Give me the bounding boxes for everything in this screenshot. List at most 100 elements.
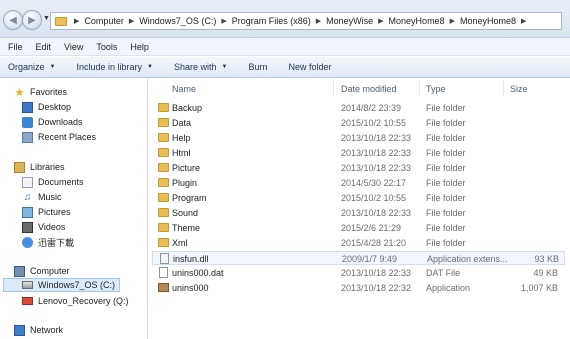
new-folder-button[interactable]: New folder — [288, 62, 331, 72]
nav-xunlei-downloads[interactable]: 迅雷下載 — [22, 235, 74, 249]
chevron-right-icon[interactable]: ▶ — [450, 17, 455, 25]
column-header-date-modified[interactable]: Date modified — [341, 84, 397, 94]
breadcrumb-computer[interactable]: Computer — [84, 16, 124, 26]
network-icon — [14, 324, 25, 336]
chevron-right-icon[interactable]: ▶ — [221, 17, 226, 25]
file-type: File folder — [426, 118, 466, 128]
folder-icon — [158, 208, 169, 217]
nav-favorites[interactable]: ★ Favorites — [14, 85, 67, 99]
nav-music[interactable]: ♫ Music — [22, 190, 62, 204]
file-date-modified: 2009/1/7 9:49 — [342, 254, 398, 264]
computer-icon — [14, 265, 25, 277]
folder-icon — [158, 223, 169, 232]
nav-libraries[interactable]: Libraries — [14, 160, 65, 174]
forward-button[interactable]: ▶ — [22, 10, 42, 30]
file-name: Picture — [172, 163, 201, 173]
file-row[interactable]: Backup 2014/8/2 23:39 File folder — [152, 101, 565, 115]
nav-computer[interactable]: Computer — [14, 264, 70, 278]
menu-bar: File Edit View Tools Help — [0, 38, 570, 56]
file-row[interactable]: Program 2015/10/2 10:55 File folder — [152, 191, 565, 205]
breadcrumb-moneyhome8-current[interactable]: MoneyHome8 — [460, 16, 516, 26]
nav-pictures[interactable]: Pictures — [22, 205, 71, 219]
file-row[interactable]: Picture 2013/10/18 22:33 File folder — [152, 161, 565, 175]
nav-recent-places[interactable]: Recent Places — [22, 130, 96, 144]
menu-view[interactable]: View — [64, 42, 83, 52]
address-bar[interactable]: ▶ Computer ▶ Windows7_OS (C:) ▶ Program … — [50, 12, 562, 30]
column-header-size[interactable]: Size — [510, 84, 528, 94]
menu-file[interactable]: File — [8, 42, 23, 52]
column-divider[interactable] — [503, 81, 504, 95]
nav-documents[interactable]: Documents — [22, 175, 84, 189]
file-list: Name Date modified Type Size Backup 2014/… — [149, 78, 570, 339]
address-toolbar: ◀ ▶ ▼ ▶ Computer ▶ Windows7_OS (C:) ▶ Pr… — [0, 0, 570, 38]
breadcrumb-windows7-os[interactable]: Windows7_OS (C:) — [139, 16, 216, 26]
breadcrumb-program-files[interactable]: Program Files (x86) — [232, 16, 311, 26]
file-type: File folder — [426, 133, 466, 143]
file-row[interactable]: Sound 2013/10/18 22:33 File folder — [152, 206, 565, 220]
thunder-downloads-icon — [22, 236, 33, 248]
file-name: Theme — [172, 223, 201, 233]
file-row[interactable]: Theme 2015/2/6 21:29 File folder — [152, 221, 565, 235]
burn-button[interactable]: Burn — [248, 62, 267, 72]
file-row[interactable]: insfun.dll 2009/1/7 9:49 Application exten… — [152, 251, 565, 265]
file-row[interactable]: Help 2013/10/18 22:33 File folder — [152, 131, 565, 145]
videos-icon — [22, 221, 33, 233]
menu-tools[interactable]: Tools — [96, 42, 117, 52]
chevron-right-icon[interactable]: ▶ — [129, 17, 134, 25]
column-divider[interactable] — [333, 81, 334, 95]
hard-drive-icon — [22, 281, 33, 289]
file-row[interactable]: Data 2015/10/2 10:55 File folder — [152, 116, 565, 130]
back-button[interactable]: ◀ — [3, 10, 23, 30]
nav-desktop[interactable]: Desktop — [22, 100, 71, 114]
file-name: Backup — [172, 103, 203, 113]
menu-help[interactable]: Help — [130, 42, 149, 52]
file-date-modified: 2015/2/6 21:29 — [341, 223, 402, 233]
nav-downloads[interactable]: Downloads — [22, 115, 83, 129]
column-header-type[interactable]: Type — [426, 84, 446, 94]
column-header-name[interactable]: Name — [172, 84, 196, 94]
file-row[interactable]: unins000.dat 2013/10/18 22:33 DAT File 49 K… — [152, 266, 565, 280]
chevron-right-icon[interactable]: ▶ — [378, 17, 383, 25]
nav-windows7-os-drive[interactable]: Windows7_OS (C:) — [3, 278, 121, 292]
file-type: File folder — [426, 193, 466, 203]
pictures-icon — [22, 206, 33, 218]
share-with-button[interactable]: Share with ▼ — [174, 62, 227, 72]
breadcrumb-moneyhome8[interactable]: MoneyHome8 — [389, 16, 445, 26]
column-divider[interactable] — [419, 81, 420, 95]
folder-icon — [158, 133, 169, 142]
nav-computer-label: Computer — [30, 266, 70, 276]
nav-xunlei-downloads-label: 迅雷下載 — [38, 237, 75, 248]
nav-network[interactable]: Network — [14, 323, 63, 337]
burn-label: Burn — [248, 62, 268, 72]
nav-downloads-label: Downloads — [38, 117, 83, 127]
folder-icon — [158, 103, 169, 112]
chevron-right-icon[interactable]: ▶ — [316, 17, 321, 25]
recent-pages-dropdown-icon[interactable]: ▼ — [43, 15, 50, 22]
folder-icon — [158, 148, 169, 157]
breadcrumb-moneywise[interactable]: MoneyWise — [326, 16, 373, 26]
include-in-library-button[interactable]: Include in library ▼ — [76, 62, 152, 72]
file-type: File folder — [426, 223, 466, 233]
folder-icon — [158, 178, 169, 187]
nav-recent-places-label: Recent Places — [38, 132, 97, 142]
nav-pictures-label: Pictures — [38, 207, 71, 217]
recovery-drive-icon — [22, 297, 33, 305]
chevron-right-icon[interactable]: ▶ — [521, 17, 526, 25]
chevron-right-icon[interactable]: ▶ — [74, 17, 79, 25]
menu-edit[interactable]: Edit — [36, 42, 52, 52]
nav-lenovo-recovery-drive[interactable]: Lenovo_Recovery (Q:) — [22, 294, 129, 308]
dropdown-caret-icon: ▼ — [147, 64, 153, 70]
nav-network-label: Network — [30, 325, 64, 335]
file-type: File folder — [426, 238, 466, 248]
file-date-modified: 2013/10/18 22:33 — [341, 133, 412, 143]
nav-videos[interactable]: Videos — [22, 220, 65, 234]
include-in-library-label: Include in library — [76, 62, 143, 72]
file-date-modified: 2014/5/30 22:17 — [341, 178, 407, 188]
file-row[interactable]: unins000 2013/10/18 22:32 Application 1,007… — [152, 281, 565, 295]
nav-desktop-label: Desktop — [38, 102, 72, 112]
file-row[interactable]: Xml 2015/4/28 21:20 File folder — [152, 236, 565, 250]
organize-button[interactable]: Organize ▼ — [8, 62, 55, 72]
file-row[interactable]: Plugin 2014/5/30 22:17 File folder — [152, 176, 565, 190]
dropdown-caret-icon: ▼ — [221, 64, 228, 70]
file-row[interactable]: Html 2013/10/18 22:33 File folder — [152, 146, 565, 160]
